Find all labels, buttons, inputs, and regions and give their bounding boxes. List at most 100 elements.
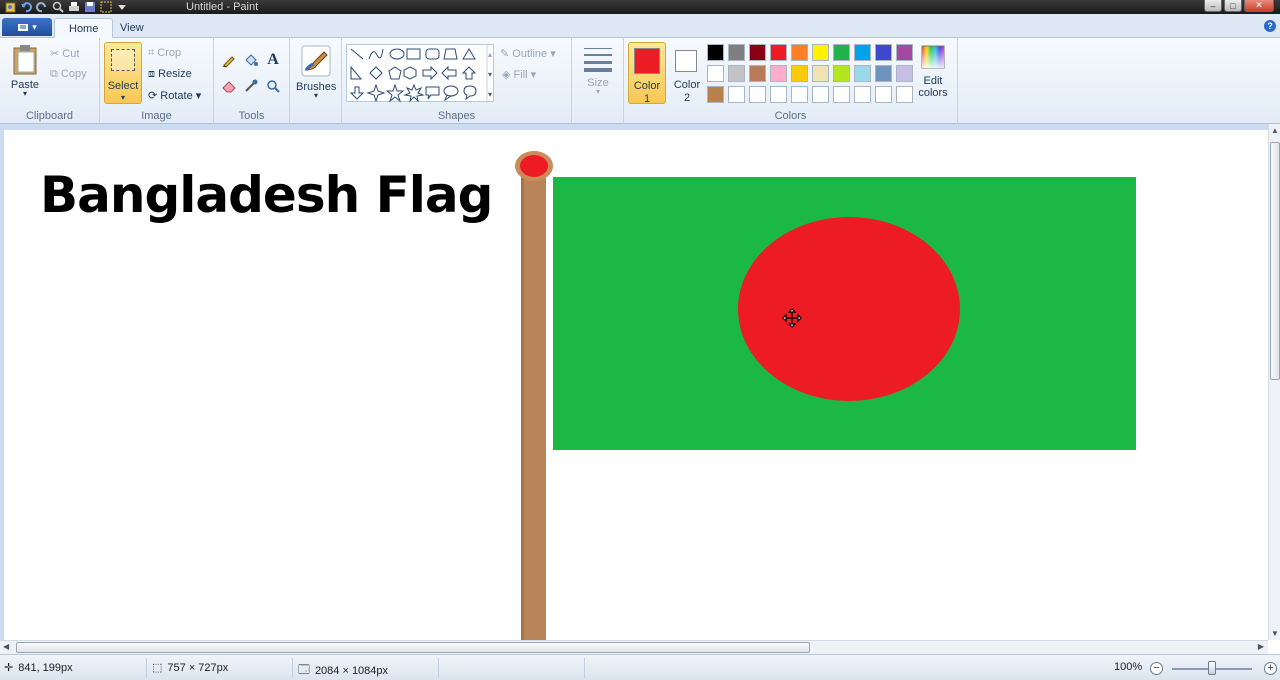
rotate-button[interactable]: ⟳ Rotate ▾	[148, 89, 201, 102]
palette-swatch[interactable]	[833, 65, 850, 82]
palette-swatch[interactable]	[770, 86, 787, 103]
svg-text:▴: ▴	[488, 50, 492, 59]
palette-swatch[interactable]	[896, 44, 913, 61]
palette-swatch[interactable]	[812, 86, 829, 103]
palette-swatch[interactable]	[875, 65, 892, 82]
palette-swatch[interactable]	[812, 44, 829, 61]
size-button[interactable]: Size ▾	[580, 44, 616, 104]
palette-swatch[interactable]	[770, 65, 787, 82]
eraser-icon[interactable]	[219, 76, 239, 96]
palette-swatch[interactable]	[833, 86, 850, 103]
color-picker-icon[interactable]	[241, 76, 261, 96]
horizontal-scroll-thumb[interactable]	[16, 642, 810, 653]
outline-button[interactable]: ✎ Outline ▾	[500, 47, 556, 60]
palette-swatch[interactable]	[728, 65, 745, 82]
print-icon[interactable]	[68, 1, 80, 13]
paint-app-icon[interactable]	[4, 1, 16, 13]
flag-pole	[521, 176, 546, 640]
palette-swatch[interactable]	[812, 65, 829, 82]
palette-swatch[interactable]	[896, 65, 913, 82]
fill-icon: ◈	[502, 69, 511, 81]
paste-button[interactable]: Paste ▾	[8, 44, 42, 104]
undo-icon[interactable]	[20, 1, 32, 13]
scroll-up-icon[interactable]: ▲	[1271, 126, 1279, 135]
brushes-button[interactable]: Brushes ▾	[296, 44, 336, 104]
scroll-right-icon[interactable]: ▶	[1258, 642, 1264, 651]
help-icon[interactable]: ?	[1264, 20, 1276, 32]
palette-swatch[interactable]	[707, 65, 724, 82]
shapes-group-label: Shapes	[437, 110, 476, 122]
copy-button[interactable]: ⧉ Copy	[50, 68, 87, 81]
palette-swatch[interactable]	[749, 44, 766, 61]
palette-swatch[interactable]	[791, 44, 808, 61]
fill-button[interactable]: ◈ Fill ▾	[502, 68, 536, 81]
palette-swatch[interactable]	[833, 44, 850, 61]
palette-swatch[interactable]	[791, 86, 808, 103]
select-icon[interactable]	[100, 1, 112, 13]
customize-icon[interactable]	[116, 1, 128, 13]
horizontal-scrollbar[interactable]: ◀ ▶	[0, 640, 1268, 654]
palette-swatch[interactable]	[770, 44, 787, 61]
pencil-icon[interactable]	[219, 50, 239, 70]
zoom-in-button[interactable]: +	[1264, 662, 1277, 675]
minimize-button[interactable]: –	[1204, 0, 1222, 12]
shapes-gallery-icons: ▴ ▾ ▾	[349, 45, 492, 103]
redo-icon[interactable]	[36, 1, 48, 13]
close-button[interactable]: ✕	[1244, 0, 1274, 12]
selection-size-icon: ⬚	[152, 662, 163, 674]
zoom-slider-thumb[interactable]	[1208, 661, 1216, 675]
zoom-icon[interactable]	[52, 1, 64, 13]
palette-swatch[interactable]	[854, 65, 871, 82]
palette-swatch[interactable]	[875, 86, 892, 103]
scroll-left-icon[interactable]: ◀	[3, 642, 9, 651]
maximize-button[interactable]: □	[1224, 0, 1242, 12]
cut-button[interactable]: ✂ Cut	[50, 47, 79, 60]
brushes-group: Brushes ▾	[290, 38, 342, 124]
rotate-dropdown-icon: ▾	[195, 90, 202, 102]
text-tool-icon[interactable]: A	[263, 50, 283, 70]
tab-view[interactable]: View	[106, 18, 158, 38]
palette-swatch[interactable]	[896, 86, 913, 103]
save-icon[interactable]	[84, 1, 96, 13]
drawing-canvas[interactable]: Bangladesh Flag	[4, 130, 1268, 640]
zoom-out-button[interactable]: −	[1150, 662, 1163, 675]
color1-button[interactable]: Color 1	[628, 42, 666, 105]
magnifier-icon[interactable]	[263, 76, 283, 96]
palette-swatch[interactable]	[791, 65, 808, 82]
scroll-down-icon[interactable]: ▼	[1271, 629, 1279, 638]
fill-bucket-icon[interactable]	[241, 50, 261, 70]
palette-swatch[interactable]	[749, 86, 766, 103]
select-button[interactable]: Select ▾	[104, 42, 142, 104]
select-label: Select	[107, 80, 139, 92]
color-wheel-icon	[921, 45, 945, 69]
crop-icon: ⌗	[148, 47, 155, 59]
color1-label: Color	[633, 80, 661, 92]
palette-swatch[interactable]	[854, 86, 871, 103]
tab-home[interactable]: Home	[54, 18, 114, 38]
app-menu-button[interactable]: ▾	[2, 18, 52, 36]
palette-swatch[interactable]	[728, 44, 745, 61]
palette-swatch[interactable]	[854, 44, 871, 61]
copy-label: Copy	[60, 68, 87, 80]
palette-swatch[interactable]	[749, 65, 766, 82]
selection-size-value: 757 × 727px	[167, 661, 229, 674]
palette-swatch[interactable]	[728, 86, 745, 103]
resize-label: Resize	[158, 68, 192, 80]
color2-label: Color	[673, 79, 701, 91]
vertical-scrollbar[interactable]: ▲ ▼	[1268, 124, 1280, 640]
palette-swatch[interactable]	[707, 86, 724, 103]
palette-swatch[interactable]	[875, 44, 892, 61]
title-bar: Untitled - Paint – □ ✕	[0, 0, 1280, 14]
outline-icon: ✎	[500, 48, 510, 60]
svg-text:▾: ▾	[488, 90, 492, 99]
palette-swatch[interactable]	[707, 44, 724, 61]
svg-text:▾: ▾	[488, 70, 492, 79]
color2-button[interactable]: Color 2	[668, 42, 706, 104]
chevron-down-icon: ▾	[32, 21, 37, 32]
image-size-value: 2084 × 1084px	[314, 664, 389, 677]
edit-colors-button[interactable]: Edit colors	[914, 44, 952, 104]
vertical-scroll-thumb[interactable]	[1270, 142, 1280, 380]
rotate-label: Rotate	[160, 90, 193, 102]
resize-button[interactable]: ⧈ Resize	[148, 68, 192, 81]
crop-button[interactable]: ⌗ Crop	[148, 47, 181, 60]
